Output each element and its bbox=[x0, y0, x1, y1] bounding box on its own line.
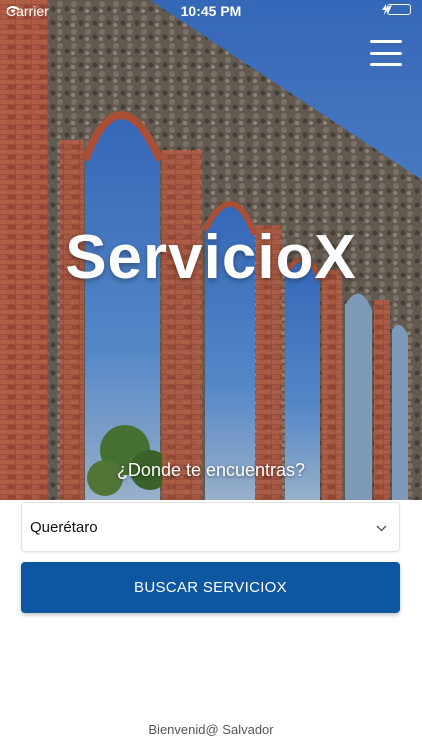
status-bar: Carrier 10:45 PM bbox=[0, 0, 422, 22]
status-time: 10:45 PM bbox=[180, 3, 242, 19]
location-question: ¿Donde te encuentras? bbox=[116, 460, 306, 480]
hamburger-menu-icon[interactable] bbox=[370, 40, 402, 66]
search-button[interactable]: BUSCAR SERVICIOX bbox=[21, 562, 400, 613]
hero-banner: Carrier 10:45 PM ServicioX ¿Donde te enc… bbox=[0, 0, 422, 500]
battery-icon bbox=[387, 4, 411, 15]
welcome-message: Bienvenid@ Salvador bbox=[148, 722, 274, 737]
location-select[interactable]: Querétaro bbox=[21, 502, 400, 552]
app-title: ServicioX bbox=[65, 223, 357, 292]
status-right bbox=[382, 4, 416, 15]
location-select-value: Querétaro bbox=[30, 518, 98, 536]
chevron-down-icon bbox=[376, 520, 387, 535]
